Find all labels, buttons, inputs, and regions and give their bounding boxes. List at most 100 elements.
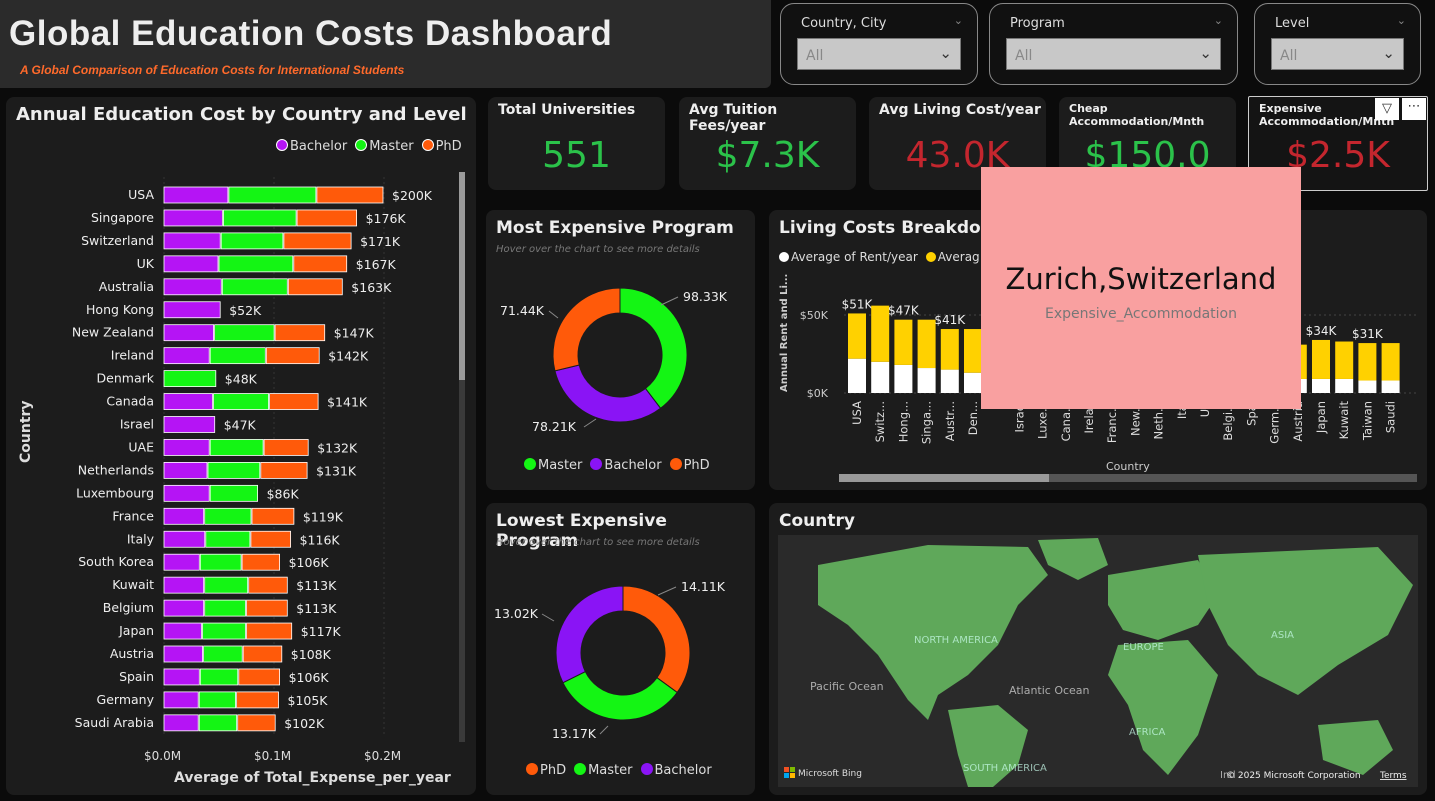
bar-segment-master bbox=[220, 232, 284, 250]
x-axis-label: Country bbox=[1106, 460, 1150, 473]
bar-segment-phd bbox=[238, 668, 281, 686]
chevron-down-icon[interactable]: ⌄ bbox=[1397, 14, 1406, 27]
leader-line bbox=[599, 725, 609, 735]
chevron-down-icon: ⌄ bbox=[1382, 44, 1395, 62]
most-expensive-panel: Most Expensive Program Hover over the ch… bbox=[486, 210, 755, 490]
dropdown-value: All bbox=[1280, 48, 1298, 64]
map-label: Atlantic Ocean bbox=[1009, 684, 1090, 697]
bing-logo-icon bbox=[790, 767, 795, 772]
bar-value-label: $34K bbox=[1306, 324, 1338, 338]
legend-item-master[interactable]: Master bbox=[574, 763, 633, 778]
program-dropdown[interactable]: All ⌄ bbox=[1006, 38, 1221, 70]
bar-rent bbox=[964, 372, 982, 393]
leader-line bbox=[583, 418, 597, 428]
bar-total-label: $167K bbox=[356, 257, 397, 272]
bar-total-label: $47K bbox=[224, 418, 257, 433]
scrollbar-thumb[interactable] bbox=[459, 172, 465, 380]
y-tick-label: $0K bbox=[807, 387, 829, 400]
bar-rent bbox=[1381, 380, 1400, 393]
bar-segment-master bbox=[205, 530, 251, 548]
bar-value-label: $31K bbox=[1352, 327, 1384, 341]
bar-total-label: $113K bbox=[296, 601, 337, 616]
bar-segment-master bbox=[198, 714, 238, 732]
bar-avg bbox=[894, 319, 913, 365]
bar-segment-phd bbox=[237, 714, 276, 732]
bar-avg bbox=[848, 313, 866, 359]
bar-total-label: $117K bbox=[301, 624, 342, 639]
bar-value-label: $47K bbox=[888, 304, 920, 318]
slicer-label: Country, City bbox=[801, 16, 887, 31]
kpi-total-universities[interactable]: Total Universities 551 bbox=[488, 97, 665, 190]
bar-avg bbox=[1335, 341, 1354, 379]
bar-segment-bachelor bbox=[163, 645, 203, 663]
bar-segment-master bbox=[228, 186, 317, 204]
annual-cost-bar-chart[interactable]: Country Average of Total_Expense_per_yea… bbox=[6, 97, 476, 795]
most-expensive-donut[interactable]: 98.33K 78.21K 71.44K bbox=[486, 210, 755, 490]
bar-total-label: $116K bbox=[300, 532, 341, 547]
country-city-dropdown[interactable]: All ⌄ bbox=[797, 38, 961, 70]
bar-segment-master bbox=[199, 553, 242, 571]
greenland-shape bbox=[1038, 538, 1108, 580]
bar-total-label: $200K bbox=[392, 188, 433, 203]
leader-line bbox=[660, 296, 679, 306]
y-axis-label: Country bbox=[18, 400, 34, 463]
bar-segment-bachelor bbox=[163, 714, 199, 732]
level-dropdown[interactable]: All ⌄ bbox=[1271, 38, 1404, 70]
bar-segment-phd bbox=[263, 439, 309, 456]
bar-total-label: $176K bbox=[366, 211, 407, 226]
bar-segment-master bbox=[198, 691, 236, 709]
legend-item-bachelor[interactable]: Bachelor bbox=[590, 458, 662, 473]
legend-item-phd[interactable]: PhD bbox=[669, 458, 710, 473]
bar-avg bbox=[1381, 343, 1400, 381]
y-tick-label: Belgium bbox=[103, 600, 154, 615]
bar-segment-bachelor bbox=[163, 255, 219, 273]
bar-segment-master bbox=[204, 507, 252, 525]
kpi-label: Total Universities bbox=[498, 102, 636, 118]
slice-value-label: 71.44K bbox=[500, 303, 545, 318]
bar-segment-bachelor bbox=[163, 530, 206, 548]
bar-rent bbox=[917, 368, 936, 393]
bar-segment-phd bbox=[269, 393, 319, 410]
bar-segment-phd bbox=[246, 599, 288, 617]
bar-segment-bachelor bbox=[163, 232, 221, 250]
scrollbar-thumb[interactable] bbox=[839, 474, 1049, 482]
legend-item-bachelor[interactable]: Bachelor bbox=[640, 763, 712, 778]
bar-total-label: $48K bbox=[225, 372, 258, 387]
y-tick-label: Italy bbox=[127, 531, 155, 546]
legend-item-phd[interactable]: PhD bbox=[526, 763, 566, 778]
map-label: AFRICA bbox=[1129, 727, 1165, 738]
chevron-down-icon[interactable]: ⌄ bbox=[1214, 14, 1223, 27]
y-tick-label: Singapore bbox=[91, 210, 154, 225]
bar-segment-phd bbox=[316, 186, 384, 204]
bar-avg bbox=[1312, 339, 1330, 379]
map-terms-link[interactable]: Terms bbox=[1379, 771, 1407, 781]
filter-icon[interactable]: ▽ bbox=[1375, 98, 1399, 120]
x-tick-label: Switz... bbox=[873, 401, 887, 442]
more-options-icon[interactable]: ⋯ bbox=[1402, 98, 1426, 120]
tooltip-title: Zurich,Switzerland bbox=[1005, 262, 1277, 296]
x-tick-label: USA bbox=[850, 401, 864, 425]
bar-segment-master bbox=[202, 622, 246, 640]
donut-slice-master bbox=[619, 287, 688, 410]
legend-item-master[interactable]: Master bbox=[524, 458, 582, 473]
program-slicer: Program ⌄ All ⌄ bbox=[989, 3, 1238, 85]
world-map[interactable]: NORTH AMERICA EUROPE ASIA Pacific Ocean … bbox=[778, 535, 1418, 787]
y-tick-label: Kuwait bbox=[112, 577, 154, 592]
chart-legend: PhD Master Bachelor bbox=[526, 763, 712, 778]
slice-value-label: 14.11K bbox=[681, 579, 726, 594]
bar-segment-bachelor bbox=[163, 393, 213, 410]
y-tick-label: UAE bbox=[128, 439, 154, 454]
x-tick-label: $0.1M bbox=[254, 749, 291, 763]
donut-slice-bachelor bbox=[555, 585, 624, 684]
map-label: ASIA bbox=[1271, 630, 1294, 641]
leader-line bbox=[541, 613, 555, 622]
y-tick-label: Luxembourg bbox=[76, 485, 154, 500]
bar-rent bbox=[871, 361, 890, 393]
slice-value-label: 98.33K bbox=[683, 289, 728, 304]
kpi-avg-tuition[interactable]: Avg Tuition Fees/year $7.3K bbox=[679, 97, 856, 190]
chevron-down-icon[interactable]: ⌄ bbox=[954, 14, 963, 27]
bar-segment-bachelor bbox=[163, 209, 223, 227]
kpi-value: 551 bbox=[542, 135, 611, 176]
lowest-expensive-donut[interactable]: 14.11K 13.17K 13.02K bbox=[486, 503, 755, 795]
bar-segment-master bbox=[209, 484, 258, 502]
